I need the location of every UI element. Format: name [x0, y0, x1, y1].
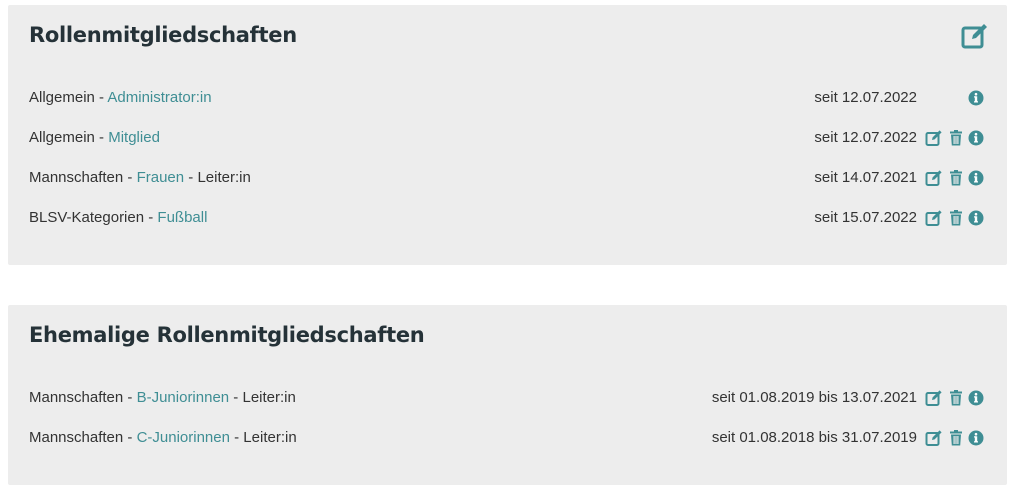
row-actions [925, 129, 985, 147]
role-link[interactable]: Mitglied [108, 129, 160, 146]
current-memberships-card: Rollenmitgliedschaften Allgemein - Admin… [8, 5, 1007, 265]
membership-date: seit 14.07.2021 [814, 169, 917, 186]
edit-icon[interactable] [925, 429, 943, 447]
info-icon[interactable] [967, 89, 985, 107]
membership-date: seit 15.07.2022 [814, 209, 917, 226]
edit-icon[interactable] [925, 129, 943, 147]
group-name: Mannschaften [29, 389, 124, 406]
membership-row: Mannschaften - B-Juniorinnen - Leiter:in… [29, 387, 985, 409]
membership-date: seit 12.07.2022 [814, 129, 917, 146]
membership-label: Mannschaften - B-Juniorinnen - Leiter:in [29, 387, 296, 409]
edit-memberships-button[interactable] [961, 22, 989, 50]
separator: - [123, 169, 137, 186]
membership-row: BLSV-Kategorien - Fußball seit 15.07.202… [29, 207, 985, 229]
role-link[interactable]: Administrator:in [107, 89, 211, 106]
membership-row: Mannschaften - Frauen - Leiter:in seit 1… [29, 167, 985, 189]
role-suffix: - Leiter:in [229, 429, 297, 446]
group-name: BLSV-Kategorien [29, 209, 145, 226]
membership-label: Allgemein - Mitglied [29, 127, 160, 149]
membership-row: Allgemein - Mitglied seit 12.07.2022 [29, 127, 985, 149]
row-actions [925, 169, 985, 187]
membership-row: Mannschaften - C-Juniorinnen - Leiter:in… [29, 427, 985, 449]
membership-label: Allgemein - Administrator:in [29, 87, 212, 109]
group-name: Mannschaften [29, 169, 124, 186]
membership-date: seit 12.07.2022 [814, 89, 917, 106]
edit-icon [961, 24, 987, 49]
info-icon[interactable] [967, 429, 985, 447]
edit-icon[interactable] [925, 209, 943, 227]
trash-icon[interactable] [947, 429, 965, 447]
role-suffix: - Leiter:in [184, 169, 251, 186]
info-icon[interactable] [967, 129, 985, 147]
info-icon[interactable] [967, 169, 985, 187]
membership-date: seit 01.08.2018 bis 31.07.2019 [711, 429, 917, 446]
membership-label: Mannschaften - C-Juniorinnen - Leiter:in [29, 427, 297, 449]
membership-label: BLSV-Kategorien - Fußball [29, 207, 207, 229]
current-memberships-title: Rollenmitgliedschaften [29, 23, 297, 47]
trash-icon[interactable] [947, 389, 965, 407]
former-memberships-title: Ehemalige Rollenmitgliedschaften [29, 323, 425, 347]
separator: - [94, 89, 108, 106]
trash-icon[interactable] [947, 169, 965, 187]
row-actions [925, 389, 985, 407]
group-name: Allgemein [29, 89, 95, 106]
row-actions [925, 89, 985, 107]
role-link[interactable]: Fußball [157, 209, 207, 226]
info-icon[interactable] [967, 389, 985, 407]
membership-label: Mannschaften - Frauen - Leiter:in [29, 167, 251, 189]
role-link[interactable]: C-Juniorinnen [137, 429, 230, 446]
row-actions [925, 209, 985, 227]
separator: - [123, 389, 137, 406]
row-actions [925, 429, 985, 447]
info-icon[interactable] [967, 209, 985, 227]
edit-icon[interactable] [925, 389, 943, 407]
separator: - [144, 209, 158, 226]
role-link[interactable]: Frauen [137, 169, 185, 186]
membership-date: seit 01.08.2019 bis 13.07.2021 [711, 389, 917, 406]
separator: - [94, 129, 109, 146]
group-name: Allgemein [29, 129, 95, 146]
role-suffix: - Leiter:in [229, 389, 296, 406]
edit-icon[interactable] [925, 169, 943, 187]
group-name: Mannschaften [29, 429, 124, 446]
former-memberships-card: Ehemalige Rollenmitgliedschaften Mannsch… [8, 305, 1007, 485]
separator: - [123, 429, 137, 446]
trash-icon[interactable] [947, 129, 965, 147]
role-link[interactable]: B-Juniorinnen [137, 389, 230, 406]
membership-row: Allgemein - Administrator:in seit 12.07.… [29, 87, 985, 109]
trash-icon[interactable] [947, 209, 965, 227]
